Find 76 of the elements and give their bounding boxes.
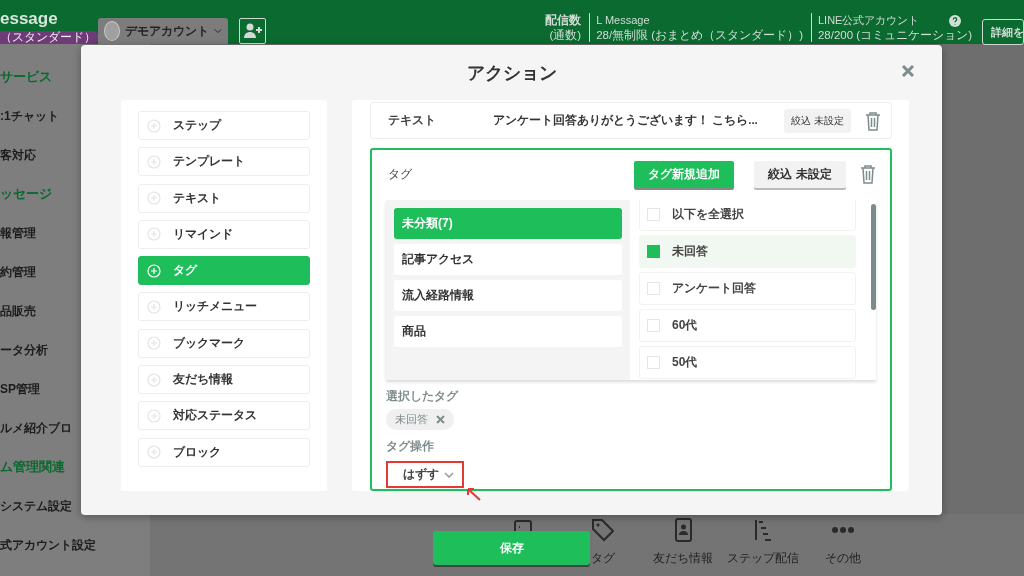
- operation-select[interactable]: はずす: [386, 461, 464, 488]
- tag-category[interactable]: 記事アクセス: [394, 244, 622, 275]
- filter-button[interactable]: 絞込 未設定: [784, 108, 851, 133]
- tag-option[interactable]: 未回答: [639, 235, 856, 268]
- plus-circle-icon: [147, 300, 161, 314]
- scrollbar[interactable]: [871, 204, 876, 310]
- action-type-item[interactable]: ステップ: [138, 111, 310, 140]
- details-button[interactable]: 詳細を: [982, 19, 1024, 45]
- tag-option[interactable]: アンケート回答: [639, 272, 856, 305]
- action-type-item[interactable]: 対応ステータス: [138, 401, 310, 431]
- action-type-item[interactable]: リマインド: [138, 219, 310, 249]
- annotation-arrow: [466, 486, 482, 502]
- add-user-button[interactable]: [239, 18, 266, 44]
- trash-icon[interactable]: [860, 164, 876, 184]
- account-dropdown[interactable]: デモアカウント: [98, 18, 228, 44]
- sidebar-item[interactable]: 式アカウント設定: [0, 534, 150, 573]
- note-icon[interactable]: [514, 520, 532, 531]
- tag-category[interactable]: 商品: [394, 316, 622, 347]
- tag-label: 50代: [672, 354, 698, 371]
- message-preview: アンケート回答ありがとうございます！ こちら...: [493, 113, 759, 128]
- action-label: タグ: [388, 165, 412, 183]
- avatar-icon: [104, 21, 121, 41]
- tag-option[interactable]: 50代: [639, 346, 856, 379]
- action-type-item[interactable]: テキスト: [138, 183, 310, 213]
- tag-option[interactable]: 以下を全選択: [639, 200, 856, 231]
- dialog-title: アクション: [466, 61, 557, 85]
- tag-label: 以下を全選択: [672, 206, 744, 223]
- toolbar-item[interactable]: その他: [803, 514, 883, 576]
- action-type-item[interactable]: リッチメニュー: [138, 292, 310, 322]
- stat-value: 28/200 (コミュニケーション): [817, 28, 972, 42]
- chevron-down-icon: [214, 28, 222, 34]
- chip-label: 未回答: [395, 412, 428, 427]
- action-type-item[interactable]: ブックマーク: [138, 328, 310, 358]
- tag-option[interactable]: 60代: [639, 309, 856, 342]
- plus-circle-icon: [147, 118, 161, 133]
- plus-circle-icon: [147, 408, 161, 423]
- remove-icon[interactable]: [436, 415, 445, 424]
- plus-circle-icon: [147, 336, 161, 351]
- tag-operation-label: タグ操作: [386, 439, 434, 454]
- action-label: テキスト: [388, 112, 437, 129]
- add-user-icon: [242, 22, 263, 40]
- steps-icon: [754, 518, 772, 542]
- plus-circle-icon: [147, 263, 161, 278]
- action-type-item[interactable]: テンプレート: [138, 147, 310, 177]
- action-type-item[interactable]: ブロック: [138, 437, 310, 467]
- tag-label: アンケート回答: [672, 280, 756, 297]
- selected-tags-label: 選択したタグ: [386, 389, 458, 404]
- contact-card-icon: [674, 518, 692, 542]
- stat-value: (通数): [549, 28, 582, 42]
- more-icon: [832, 527, 854, 533]
- trash-icon[interactable]: [865, 110, 881, 131]
- stat-value: 28/無制限 (おまとめ（スタンダード）): [596, 28, 803, 42]
- tag-label: 60代: [672, 317, 698, 334]
- action-type-item[interactable]: 友だち情報: [138, 365, 310, 395]
- plus-circle-icon: [147, 191, 161, 206]
- stat-label: L Message: [596, 13, 650, 28]
- plus-circle-icon: [147, 227, 161, 242]
- app-logo: essage: [0, 9, 59, 29]
- close-button[interactable]: [899, 62, 917, 80]
- plus-circle-icon: [147, 372, 161, 387]
- checkbox[interactable]: [647, 245, 660, 258]
- sidebar-section: サービス: [0, 66, 150, 105]
- plus-circle-icon: [147, 445, 161, 460]
- plus-circle-icon: [147, 154, 161, 169]
- filter-button[interactable]: 絞込 未設定: [754, 160, 846, 188]
- close-icon: [901, 64, 915, 78]
- tag-icon: [592, 518, 614, 542]
- chevron-down-icon: [444, 471, 454, 478]
- tag-label: 未回答: [672, 243, 708, 260]
- toolbar-item[interactable]: ステップ配信: [723, 514, 803, 576]
- stat-label: LINE公式アカウント: [817, 13, 920, 28]
- plan-badge: （スタンダード）: [0, 31, 99, 44]
- help-icon[interactable]: [949, 14, 962, 27]
- tag-category[interactable]: 流入経路情報: [394, 280, 622, 311]
- toolbar-item[interactable]: 友だち情報: [643, 514, 723, 576]
- stat-label: 配信数: [545, 13, 582, 28]
